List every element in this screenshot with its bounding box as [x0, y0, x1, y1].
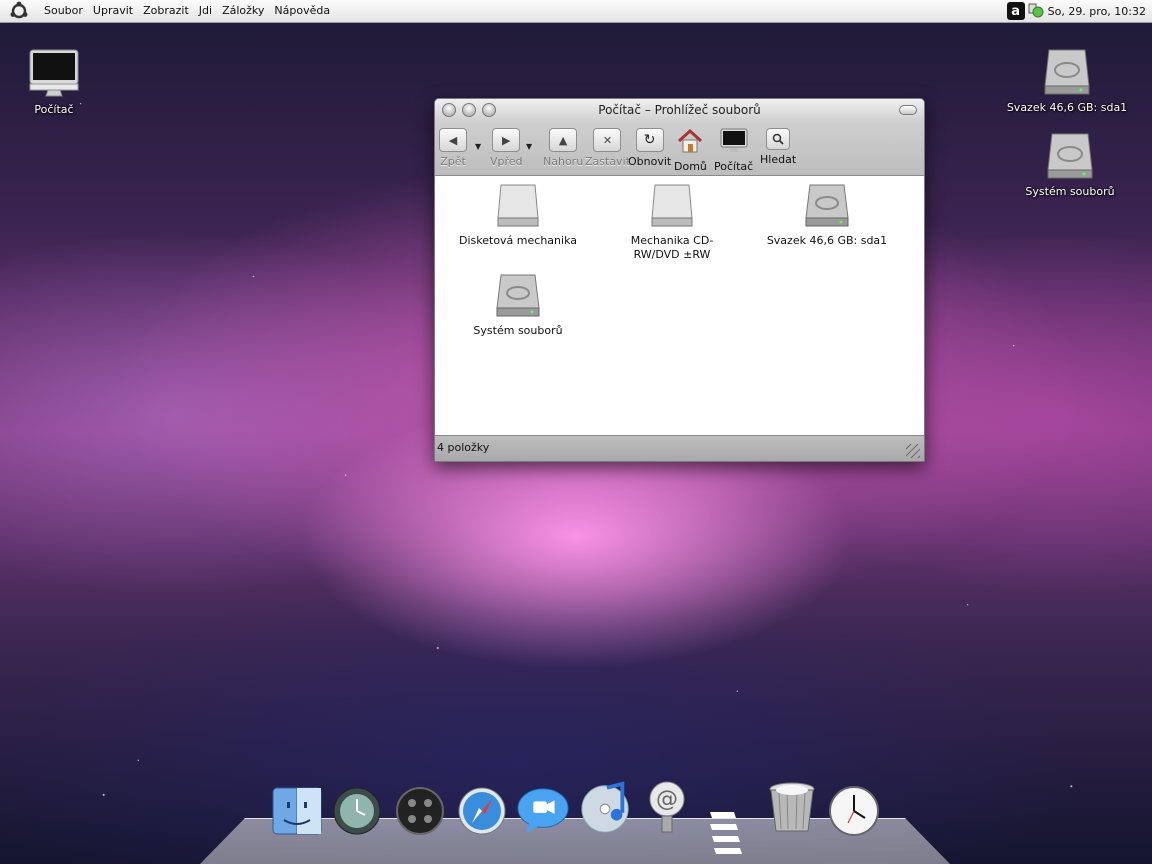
hard-disk-icon [804, 182, 850, 231]
monitor-icon [719, 128, 749, 157]
computer-button[interactable]: Počítač [714, 128, 753, 173]
mail-icon[interactable]: @ [640, 780, 694, 834]
hard-disk-icon [1046, 130, 1094, 183]
desktop-volume[interactable]: Svazek 46,6 GB: sda1 [1007, 46, 1127, 114]
search-icon [766, 128, 791, 150]
home-button[interactable]: Domů [674, 128, 707, 173]
file-label: Svazek 46,6 GB: sda1 [766, 234, 888, 247]
back-button[interactable]: ◀ Zpět [439, 128, 467, 168]
top-menubar: Soubor Upravit Zobrazit Jdi Záložky Nápo… [0, 0, 1152, 23]
system-tray: a So, 29. pro, 10:32 [1006, 0, 1146, 22]
toolbar-toggle-button[interactable] [899, 105, 917, 115]
file-label: Mechanika CD-RW/DVD ±RW [630, 234, 714, 261]
window-titlebar[interactable]: Počítač – Prohlížeč souborů [435, 99, 924, 122]
hard-disk-icon [1043, 46, 1091, 99]
file-view[interactable]: Disketová mechanika Mechanika CD-RW/DVD … [435, 176, 924, 437]
back-history-dropdown-icon[interactable]: ▼ [475, 142, 481, 151]
desktop-label: Systém souborů [1025, 185, 1115, 198]
hard-disk-icon [495, 272, 541, 321]
menu-zalozky[interactable]: Záložky [217, 0, 269, 22]
network-status-icon[interactable] [1028, 2, 1044, 21]
ubuntu-logo-icon[interactable] [8, 0, 30, 22]
home-icon [676, 128, 704, 157]
menu-soubor[interactable]: Soubor [39, 0, 88, 22]
ichat-icon[interactable] [516, 784, 570, 838]
forward-arrow-icon: ▶ [492, 128, 521, 152]
stacks-icon[interactable] [700, 806, 754, 860]
file-item-optical[interactable]: Mechanika CD-RW/DVD ±RW [597, 182, 747, 262]
menu-napoveda[interactable]: Nápověda [269, 0, 335, 22]
reload-button[interactable]: ↻ Obnovit [628, 128, 671, 168]
clock-display[interactable]: So, 29. pro, 10:32 [1048, 5, 1146, 18]
time-machine-icon[interactable] [330, 784, 384, 838]
back-arrow-icon: ◀ [439, 128, 467, 152]
stop-button[interactable]: ✕ Zastavit [585, 128, 630, 168]
svg-text:@: @ [656, 787, 678, 812]
menu-upravit[interactable]: Upravit [88, 0, 138, 22]
safari-icon[interactable] [455, 784, 509, 838]
menu-jdi[interactable]: Jdi [194, 0, 217, 22]
reload-label: Obnovit [628, 155, 672, 168]
file-label: Disketová mechanika [459, 234, 577, 247]
clock-icon[interactable] [827, 784, 881, 838]
menu-zobrazit[interactable]: Zobrazit [138, 0, 194, 22]
itunes-icon[interactable] [578, 780, 632, 834]
status-bar: 4 položky [435, 435, 924, 461]
finder-icon[interactable] [270, 784, 324, 838]
search-label: Hledat [760, 153, 797, 166]
file-item-floppy[interactable]: Disketová mechanika [443, 182, 593, 248]
desktop-computer[interactable]: Počítač [0, 48, 114, 116]
up-button[interactable]: ▲ Nahoru [543, 128, 583, 168]
optical-drive-icon [650, 182, 694, 231]
dashboard-icon[interactable] [393, 784, 447, 838]
file-item-filesystem[interactable]: Systém souborů [443, 272, 593, 338]
floppy-drive-icon [496, 182, 540, 231]
file-label: Systém souborů [473, 324, 563, 337]
desktop-filesystem[interactable]: Systém souborů [1010, 130, 1130, 198]
file-item-volume[interactable]: Svazek 46,6 GB: sda1 [752, 182, 902, 248]
trash-icon[interactable] [765, 780, 819, 834]
file-browser-window: Počítač – Prohlížeč souborů ◀ Zpět ▼ ▶ V… [434, 98, 925, 462]
reload-icon: ↻ [635, 128, 664, 152]
forward-label: Vpřed [490, 155, 523, 168]
search-button[interactable]: Hledat [760, 128, 796, 166]
home-label: Domů [674, 160, 707, 173]
window-title: Počítač – Prohlížeč souborů [598, 103, 761, 117]
computer-label: Počítač [714, 160, 754, 173]
window-toolbar: ◀ Zpět ▼ ▶ Vpřed ▼ ▲ Nahoru ✕ Zastavit ↻… [435, 122, 924, 176]
desktop-label: Počítač [34, 103, 74, 116]
up-arrow-icon: ▲ [549, 128, 578, 152]
accessibility-tray-icon[interactable]: a [1006, 2, 1025, 20]
desktop-label: Svazek 46,6 GB: sda1 [1006, 101, 1128, 114]
up-label: Nahoru [543, 155, 584, 168]
resize-grip-icon[interactable] [906, 444, 920, 458]
item-count: 4 položky [437, 441, 490, 454]
back-label: Zpět [440, 155, 466, 168]
stop-x-icon: ✕ [593, 128, 622, 152]
imac-icon [28, 48, 80, 101]
forward-button[interactable]: ▶ Vpřed [490, 128, 523, 168]
stop-label: Zastavit [585, 155, 630, 168]
forward-history-dropdown-icon[interactable]: ▼ [526, 142, 532, 151]
